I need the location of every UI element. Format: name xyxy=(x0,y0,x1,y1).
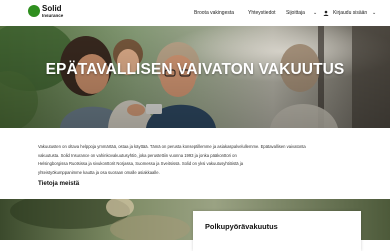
nav-item-yhteystiedot[interactable]: Yhteystiedot xyxy=(248,9,276,17)
intro-text: Vakuutusten on oltava helppoja ymmärtää,… xyxy=(38,143,356,177)
intro-line: vakuutusta. Solid Insurance on vahinkova… xyxy=(38,152,237,158)
intro-line: Helsingborgissa Ruotsissa ja sivukonttor… xyxy=(38,161,244,167)
product-card[interactable]: Polkupyörävakuutus xyxy=(193,211,361,251)
main-nav: Broota vakingesta Yhteystiedot Sijoittaj… xyxy=(0,9,390,19)
nav-item-login[interactable]: Kirjaudu sisään xyxy=(333,9,367,17)
chevron-down-icon[interactable]: ⌄ xyxy=(372,9,376,17)
about-us-link[interactable]: Tietoja meistä xyxy=(38,180,79,187)
user-icon[interactable] xyxy=(323,10,329,16)
site-header: Solid Insurance Broota vakingesta Yhteys… xyxy=(0,0,390,26)
nav-item-vakingesta[interactable]: Broota vakingesta xyxy=(194,9,234,17)
hero-title: EPÄTAVALLISEN VAIVATON VAKUUTUS xyxy=(45,61,345,78)
hero-banner: EPÄTAVALLISEN VAIVATON VAKUUTUS xyxy=(0,26,390,128)
nav-item-sijoittaja[interactable]: Sijoittaja xyxy=(286,9,305,17)
card-title: Polkupyörävakuutus xyxy=(205,222,278,231)
intro-line: Vakuutusten on oltava helppoja ymmärtää,… xyxy=(38,144,306,149)
intro-line: yhteistyökumppanimme kautta ja osa suora… xyxy=(38,169,160,175)
chevron-down-icon[interactable]: ⌄ xyxy=(313,9,317,17)
